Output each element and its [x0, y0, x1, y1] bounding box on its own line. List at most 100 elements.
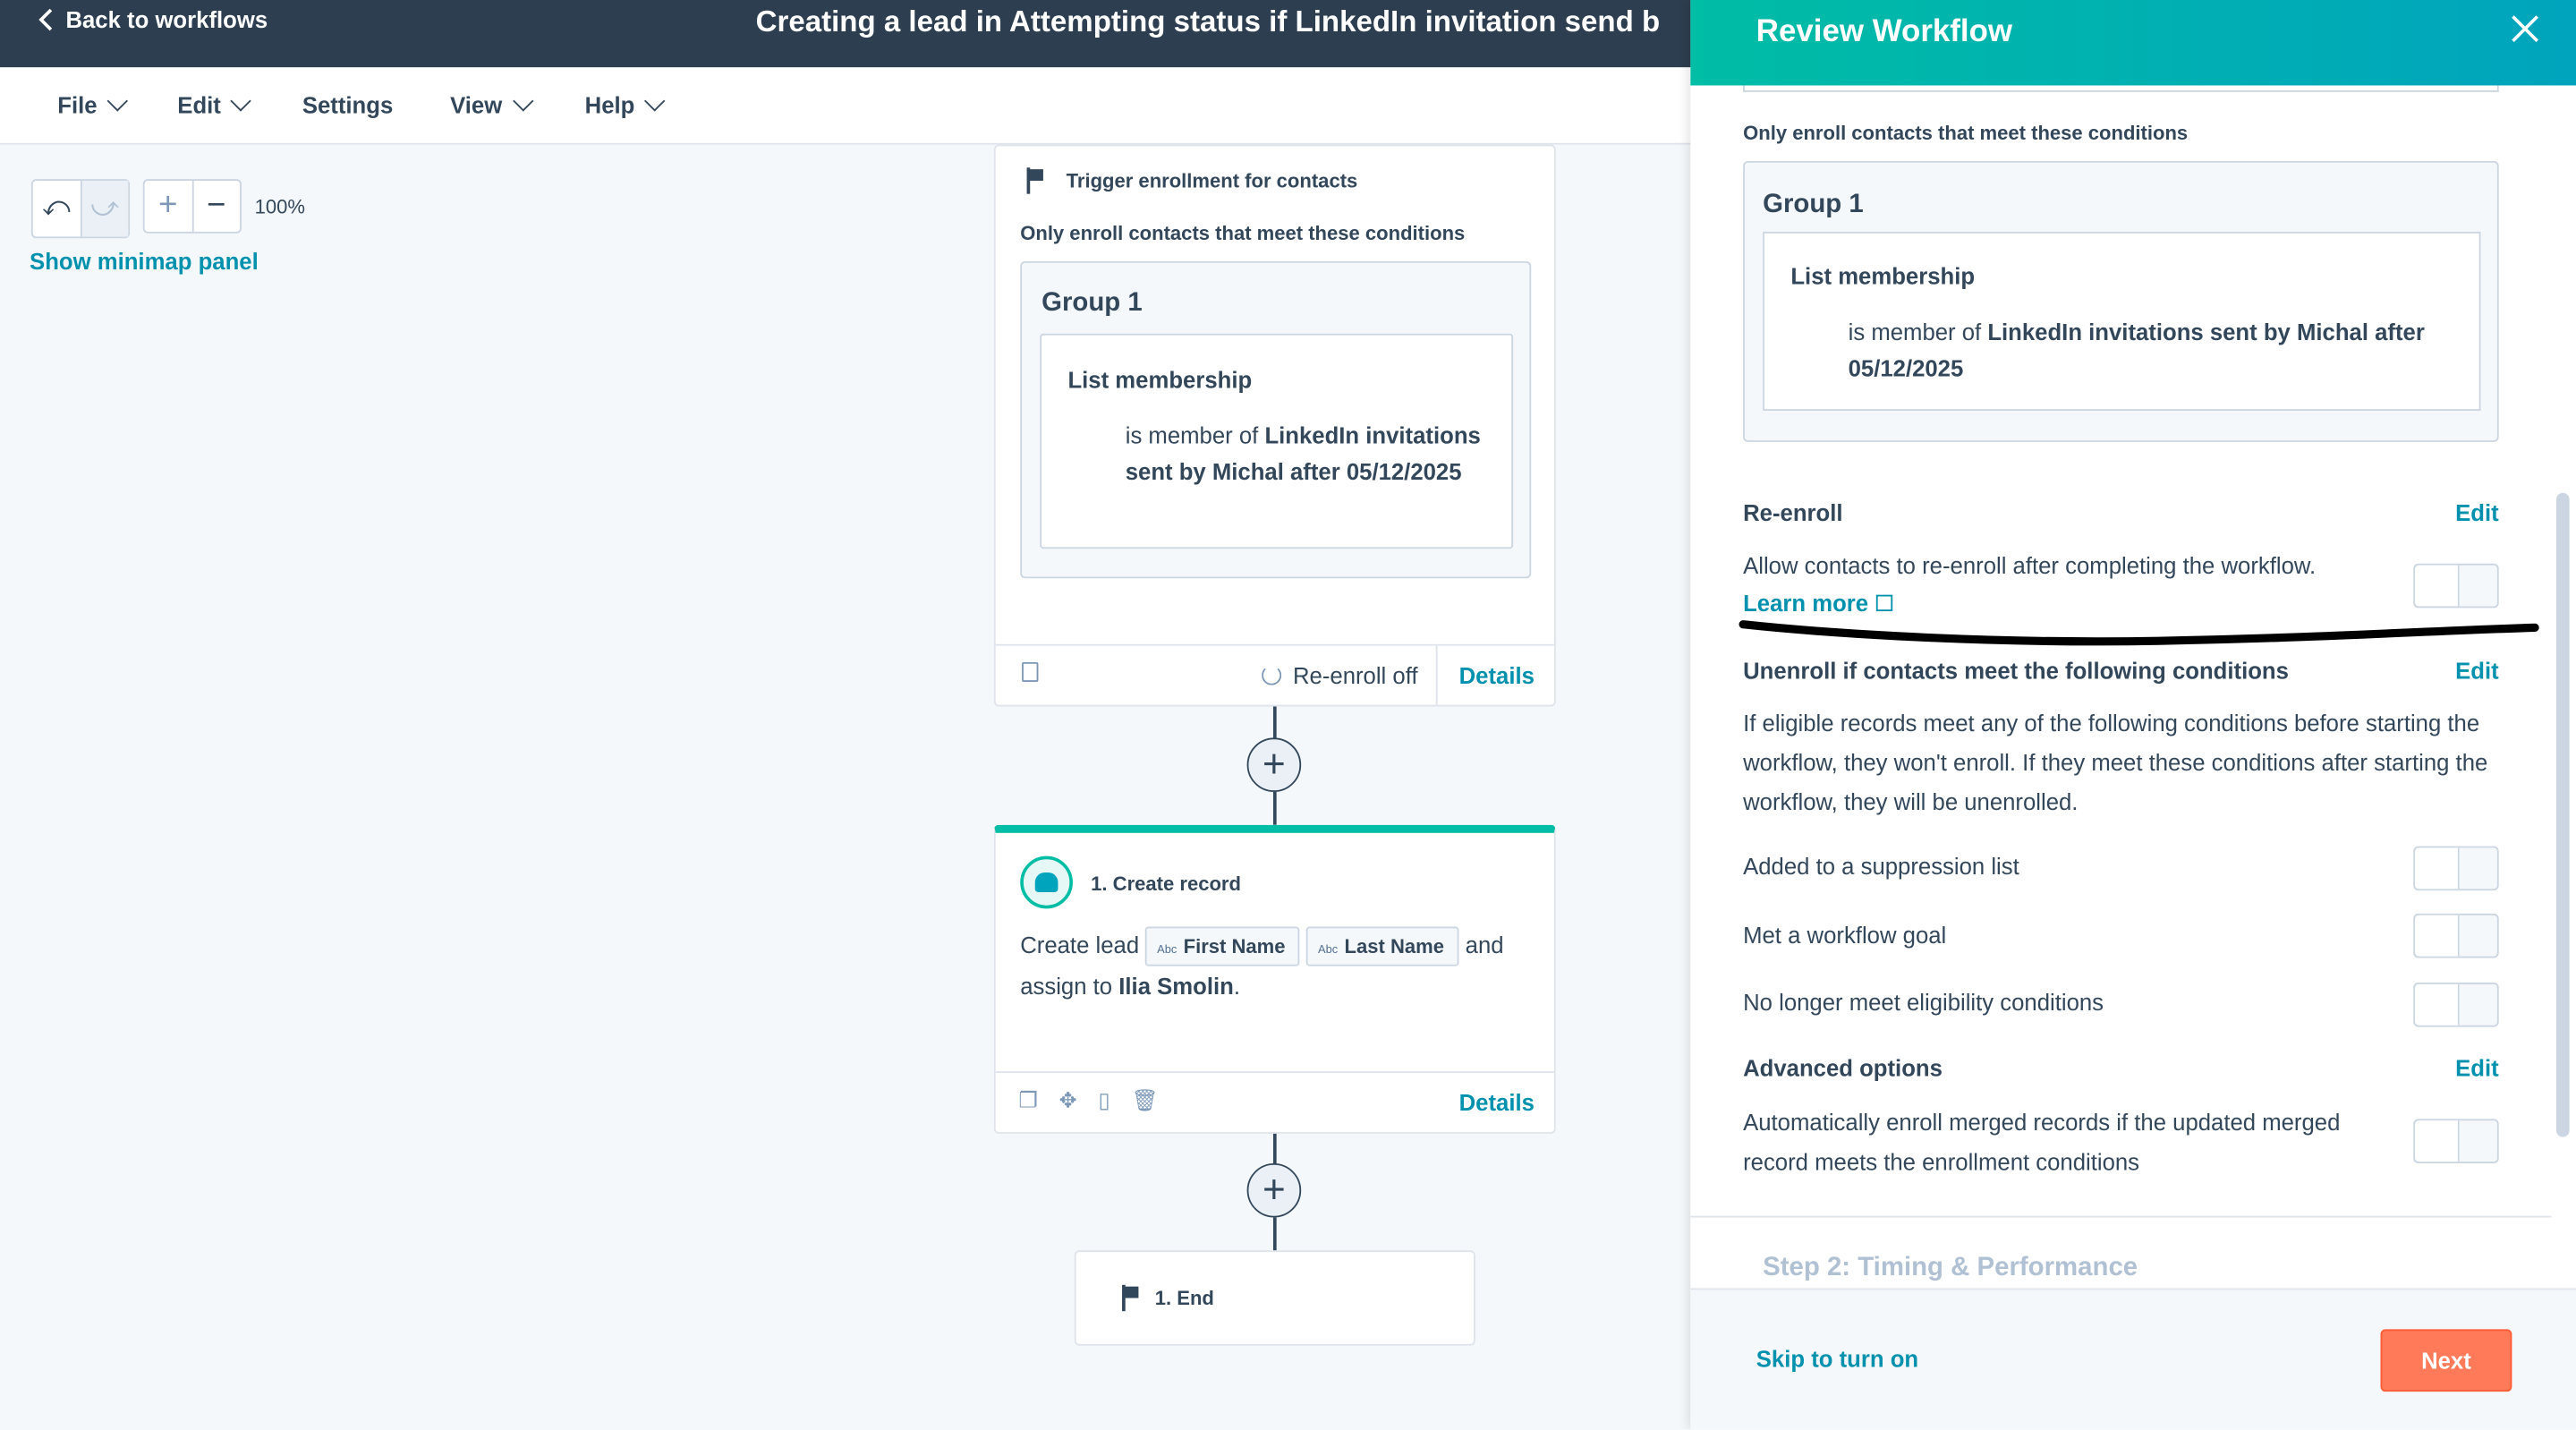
text-type-icon: Abc: [1157, 945, 1177, 958]
copy-icon[interactable]: ❐: [1018, 1087, 1037, 1113]
menu-view-label: View: [450, 91, 503, 119]
filter-box: List membership is member of LinkedIn in…: [1040, 333, 1514, 549]
unenroll-title: Unenroll if contacts meet the following …: [1743, 657, 2289, 684]
step2-title[interactable]: Step 2: Timing & Performance: [1763, 1254, 2138, 1283]
reenroll-edit-link[interactable]: Edit: [2455, 499, 2499, 525]
menu-file[interactable]: File: [57, 90, 129, 118]
chevron-down-icon: [644, 90, 667, 112]
close-icon[interactable]: [2511, 13, 2540, 43]
reenroll-title: Re-enroll: [1743, 499, 1843, 526]
panel-group-title: Group 1: [1763, 190, 1864, 219]
record-card-footer: ❐ ✥ ▯ 🗑 Details: [995, 1071, 1554, 1132]
undo-icon: ⤺: [42, 193, 71, 222]
token-first-name: Abc First Name: [1145, 927, 1301, 967]
conditions-label: Only enroll contacts that meet these con…: [1020, 221, 1466, 245]
redo-button[interactable]: ⤻: [80, 180, 129, 237]
record-text-mid: and: [1465, 932, 1504, 958]
zoom-level: 100%: [254, 195, 305, 219]
add-action-button[interactable]: +: [1246, 1162, 1302, 1218]
menu-settings[interactable]: Settings: [302, 92, 393, 118]
menu-help[interactable]: Help: [584, 90, 667, 119]
trigger-card[interactable]: Trigger enrollment for contacts Only enr…: [993, 144, 1556, 707]
panel-header: Review Workflow: [1690, 0, 2576, 86]
zoom-in-button[interactable]: +: [145, 181, 191, 232]
show-minimap-link[interactable]: Show minimap panel: [30, 248, 259, 274]
minus-icon: −: [207, 187, 226, 224]
text-type-icon: Abc: [1318, 945, 1339, 958]
trash-icon[interactable]: 🗑: [1132, 1087, 1159, 1113]
record-text-end: .: [1233, 973, 1240, 1000]
clipboard-icon[interactable]: ▯: [1099, 1087, 1110, 1113]
token-last-name-label: Last Name: [1344, 935, 1444, 958]
end-card[interactable]: 1. End: [1074, 1250, 1475, 1346]
merged-records-toggle[interactable]: [2413, 1119, 2499, 1163]
undo-redo-group: ⤺ ⤻: [30, 179, 131, 239]
add-action-button[interactable]: +: [1246, 737, 1302, 793]
flag-icon: [1024, 167, 1047, 194]
option-workflow-goal: Met a workflow goal: [1743, 922, 1947, 949]
reenroll-text: Allow contacts to re-enroll after comple…: [1743, 551, 2317, 579]
skip-to-turn-on-link[interactable]: Skip to turn on: [1756, 1346, 1918, 1372]
token-first-name-label: First Name: [1183, 935, 1286, 958]
group-title: Group 1: [1041, 289, 1143, 318]
move-icon[interactable]: ✥: [1059, 1087, 1077, 1113]
menu-view[interactable]: View: [450, 90, 533, 119]
flag-icon: [1118, 1284, 1142, 1312]
record-text-prefix: Create lead: [1020, 932, 1140, 958]
filter-description: is member of LinkedIn invitations sent b…: [1126, 419, 1491, 489]
footer-divider: [1435, 645, 1438, 705]
connector-line: [1272, 792, 1276, 825]
suppression-list-toggle[interactable]: [2413, 846, 2499, 891]
advanced-title: Advanced options: [1743, 1054, 1943, 1082]
zoom-out-button[interactable]: −: [191, 180, 240, 232]
menu-edit-label: Edit: [177, 91, 221, 119]
panel-scrollbar[interactable]: [2555, 492, 2570, 1137]
unenroll-text: If eligible records meet any of the foll…: [1743, 710, 2488, 815]
review-workflow-panel: Review Workflow Only enroll contacts tha…: [1690, 0, 2576, 1430]
option-suppression-list: Added to a suppression list: [1743, 852, 2019, 880]
handwritten-underline: [1739, 620, 2539, 646]
trigger-title: Trigger enrollment for contacts: [1066, 169, 1358, 192]
advanced-edit-link[interactable]: Edit: [2455, 1055, 2499, 1081]
refresh-icon: [1262, 665, 1282, 685]
advanced-text: Automatically enroll merged records if t…: [1743, 1109, 2341, 1175]
zoom-controls: + −: [142, 179, 242, 234]
record-description: Create lead Abc First Name Abc Last Name a…: [1020, 925, 1546, 1008]
next-button[interactable]: Next: [2380, 1329, 2512, 1392]
end-label: 1. End: [1118, 1284, 1214, 1312]
filter-prefix: is member of: [1125, 421, 1265, 449]
menu-edit[interactable]: Edit: [177, 90, 252, 119]
back-to-workflows-link[interactable]: Back to workflows: [36, 6, 268, 33]
record-assignee: Ilia Smolin: [1118, 973, 1234, 1000]
connector-line: [1272, 1133, 1276, 1167]
workflow-title[interactable]: Creating a lead in Attempting status if …: [756, 5, 1661, 40]
panel-filter-prefix: is member of: [1848, 319, 1988, 345]
record-title: 1. Create record: [1091, 872, 1241, 896]
create-record-card[interactable]: 1. Create record Create lead Abc First Na…: [993, 824, 1556, 1134]
panel-footer: Skip to turn on Next: [1690, 1288, 2576, 1430]
section-divider: [1690, 1215, 2552, 1218]
undo-button[interactable]: ⤺: [33, 181, 80, 236]
record-details-link[interactable]: Details: [1459, 1089, 1535, 1115]
app-stage: Back to workflows Creating a lead in Att…: [0, 0, 2576, 1430]
reenroll-toggle[interactable]: [2413, 563, 2499, 609]
trigger-header: Trigger enrollment for contacts: [1024, 167, 1358, 194]
external-link-icon: [1876, 594, 1893, 612]
unenroll-edit-link[interactable]: Edit: [2455, 657, 2499, 683]
plus-icon: +: [1262, 741, 1286, 787]
filter-title: List membership: [1067, 366, 1253, 393]
record-text-assign: assign to: [1020, 973, 1113, 1000]
chevron-down-icon: [106, 90, 129, 112]
create-record-icon: [1020, 855, 1073, 909]
panel-filter-box: List membership is member of LinkedIn in…: [1763, 231, 2481, 412]
trigger-details-link[interactable]: Details: [1459, 662, 1535, 688]
chevron-down-icon: [231, 90, 252, 112]
condition-group: Group 1 List membership is member of Lin…: [1020, 260, 1532, 579]
panel-title: Review Workflow: [1756, 14, 2013, 50]
menu-help-label: Help: [584, 91, 635, 119]
plus-icon: +: [158, 187, 178, 224]
eligibility-toggle[interactable]: [2413, 982, 2499, 1027]
trigger-card-footer: Re-enroll off Details: [995, 643, 1554, 705]
clipboard-icon[interactable]: [1022, 661, 1039, 682]
workflow-goal-toggle[interactable]: [2413, 913, 2499, 958]
